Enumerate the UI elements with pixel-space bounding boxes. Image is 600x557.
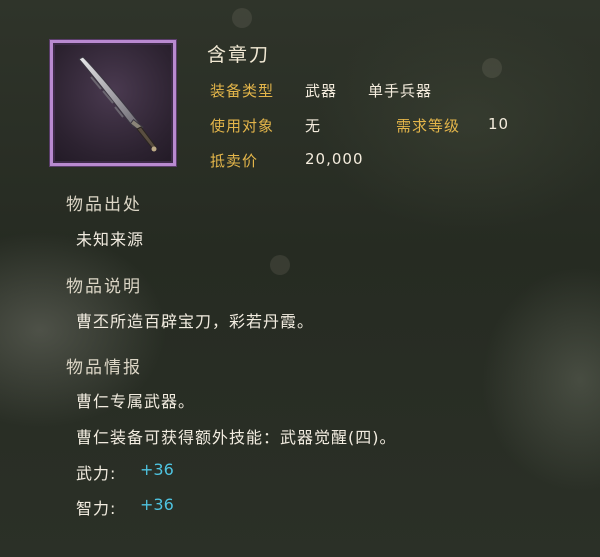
level-value: 10 [488,115,510,133]
subtype-value: 单手兵器 [368,82,433,100]
level-label: 需求等级 [396,117,461,135]
info-line-1: 曹仁专属武器。 [76,392,196,411]
stat-label-intellect: 智力: [76,499,117,518]
target-value: 无 [305,117,322,135]
stat-label-might: 武力: [76,464,117,483]
type-label: 装备类型 [210,82,275,100]
price-value: 20,000 [305,150,364,168]
description-title: 物品说明 [66,277,142,297]
info-title: 物品情报 [66,358,142,378]
item-icon-frame [50,40,176,166]
info-line-2: 曹仁装备可获得额外技能：武器觉醒(四)。 [76,428,397,447]
stat-value-might: +36 [140,460,174,479]
origin-title: 物品出处 [66,195,142,215]
origin-text: 未知来源 [76,230,145,249]
sword-icon [78,56,157,152]
item-name: 含章刀 [207,44,271,66]
target-label: 使用对象 [210,117,275,135]
stat-value-intellect: +36 [140,495,174,514]
price-label: 抵卖价 [210,152,259,170]
description-text: 曹丕所造百辟宝刀，彩若丹霞。 [76,312,315,331]
type-value: 武器 [305,82,338,100]
item-tooltip: 含章刀 装备类型 武器 单手兵器 使用对象 无 需求等级 10 抵卖价 20,0… [0,0,600,557]
